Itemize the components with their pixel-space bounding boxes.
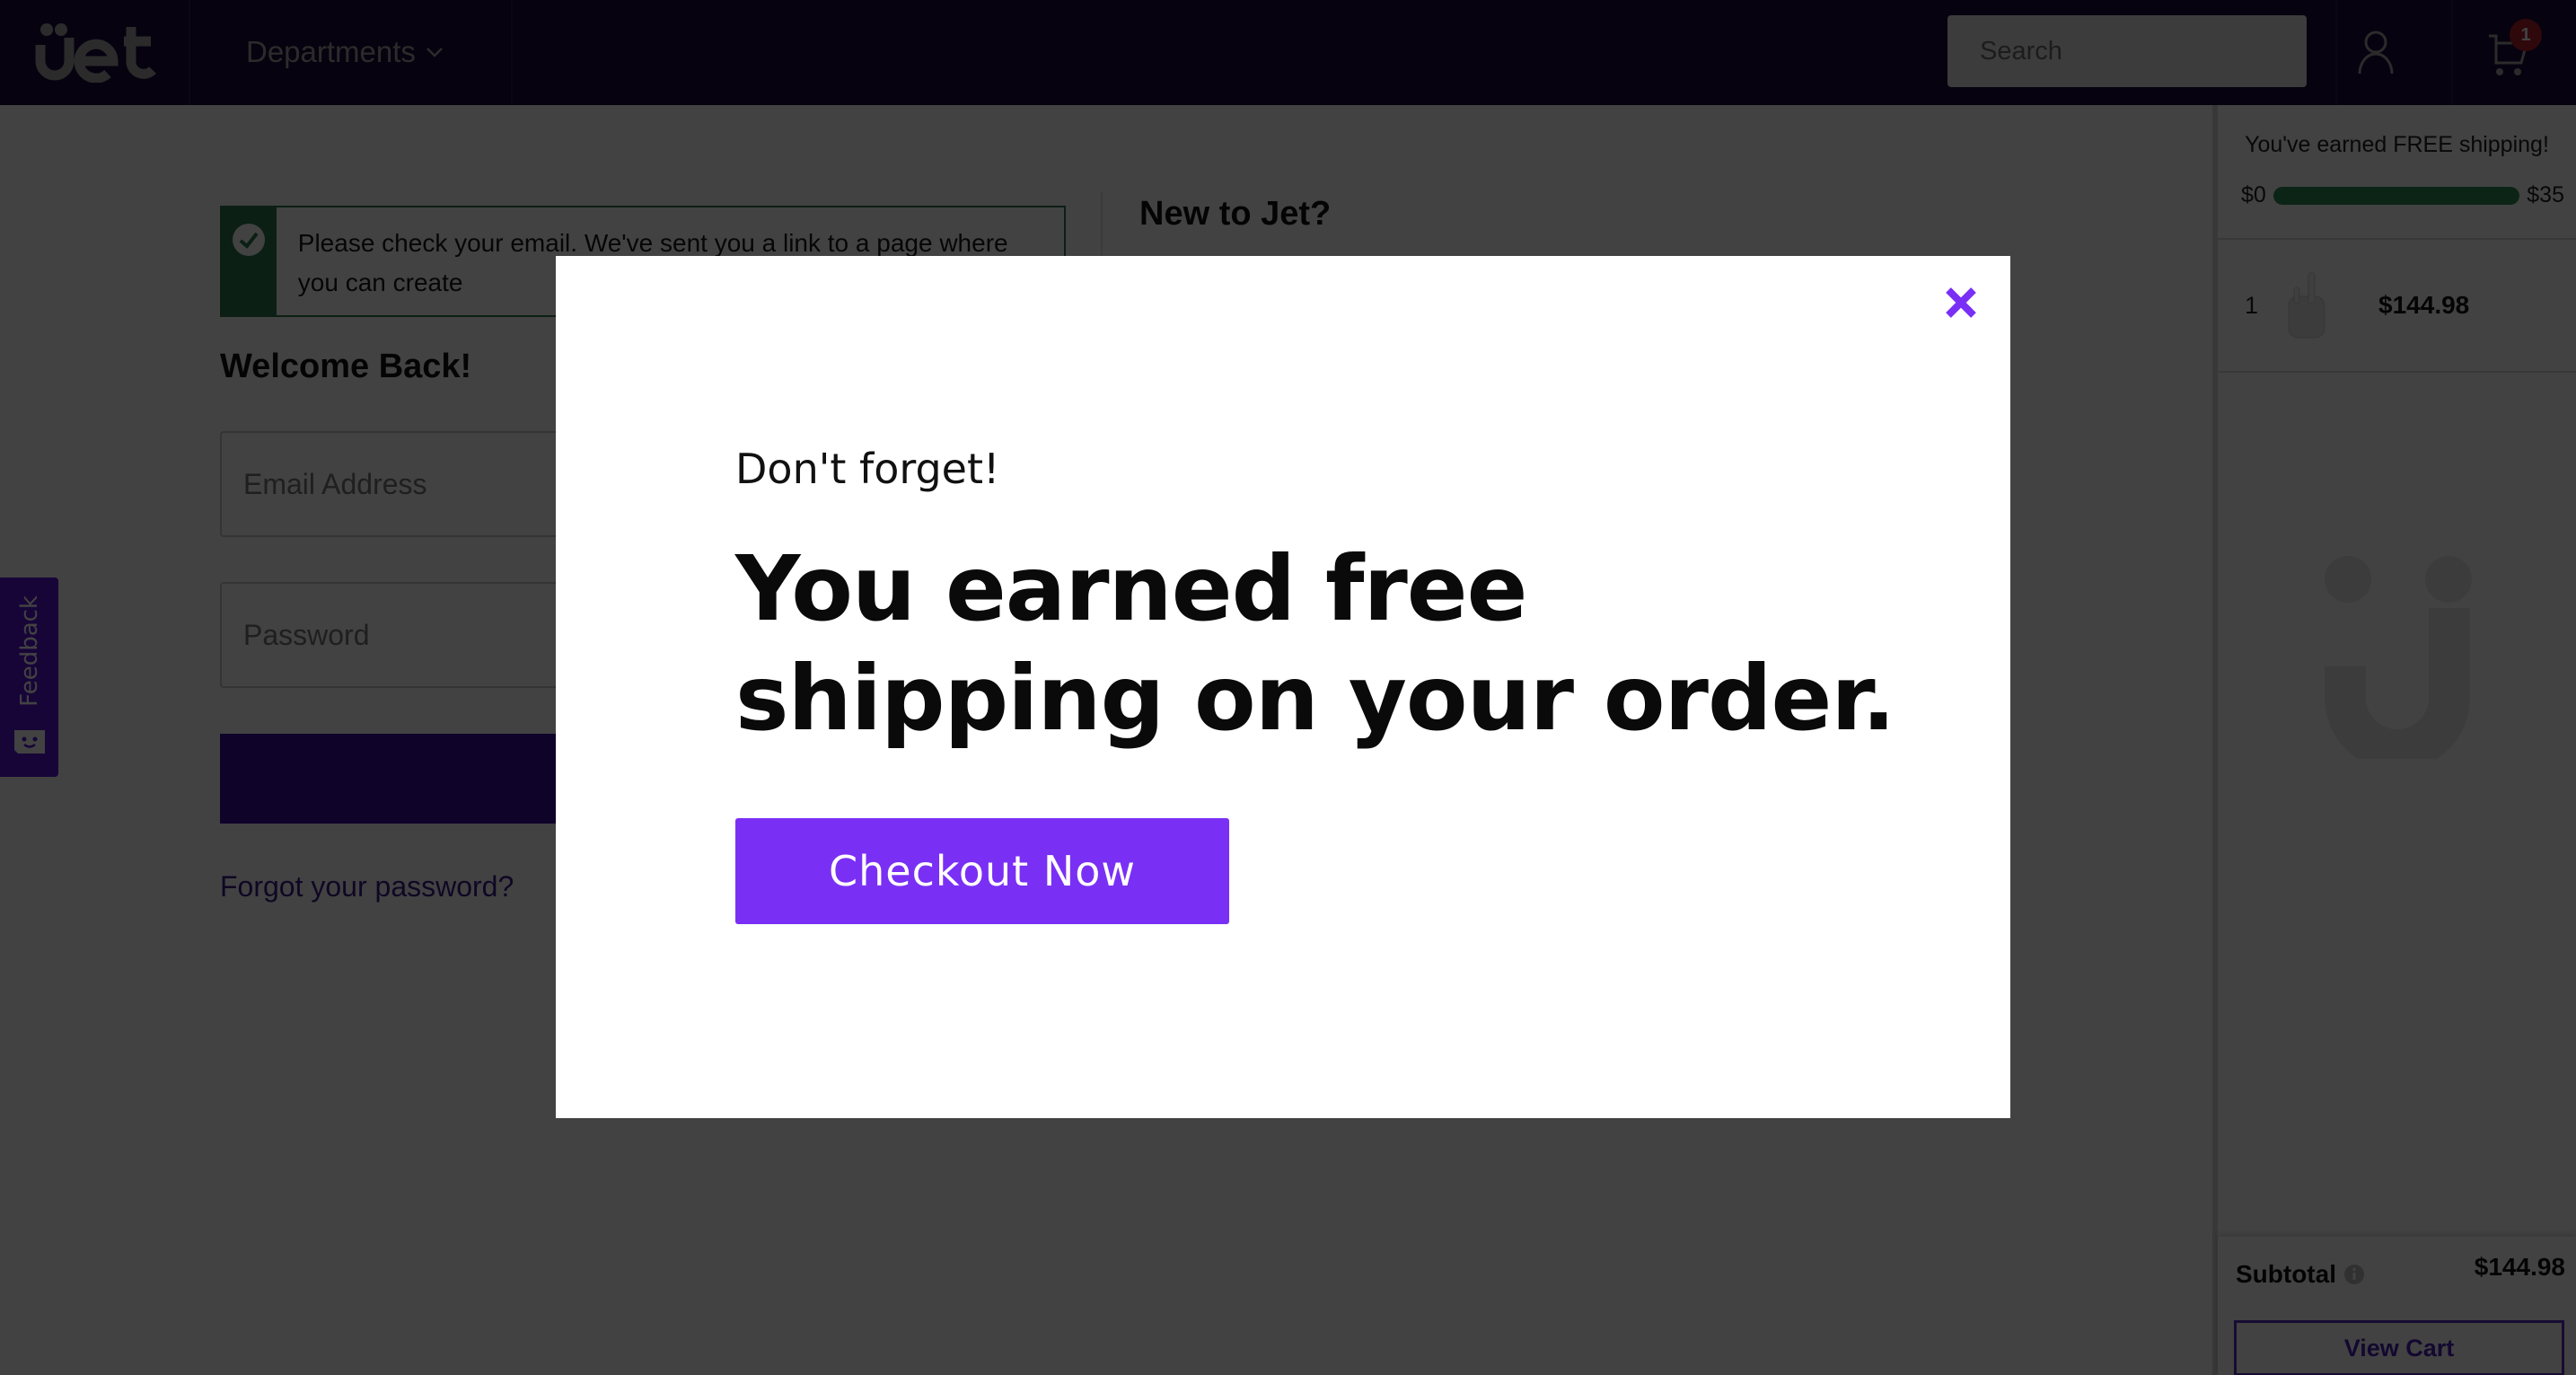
- close-icon[interactable]: [1944, 286, 1978, 320]
- free-shipping-modal: Don't forget! You earned free shipping o…: [556, 256, 2010, 1118]
- modal-eyebrow: Don't forget!: [735, 445, 1000, 493]
- checkout-now-button[interactable]: Checkout Now: [735, 818, 1229, 924]
- modal-headline: You earned free shipping on your order.: [735, 536, 1895, 751]
